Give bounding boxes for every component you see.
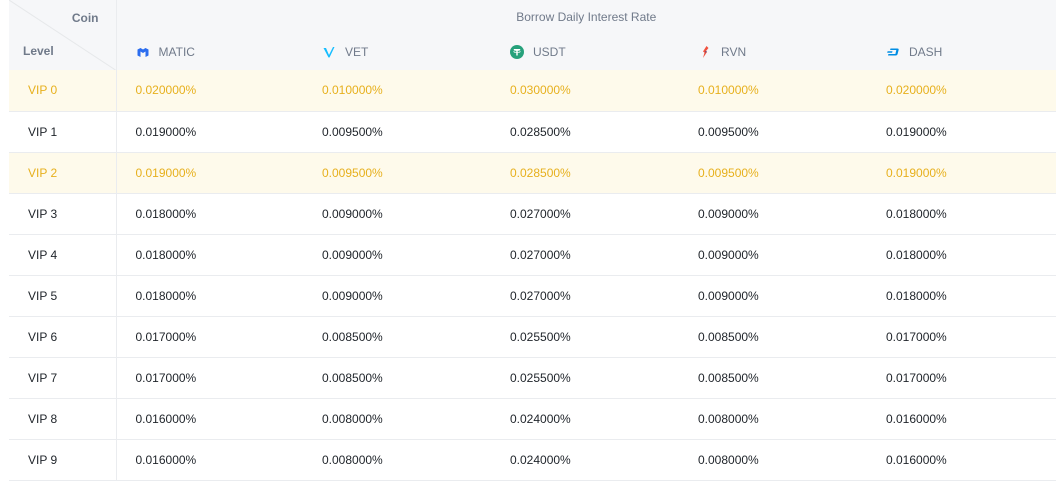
rate-cell-usdt: 0.024000% [491, 439, 679, 481]
coin-label-rvn: RVN [721, 44, 747, 59]
rate-cell-vet: 0.009000% [303, 234, 491, 276]
rate-cell-rvn: 0.008000% [679, 439, 867, 481]
rate-cell-matic: 0.016000% [116, 439, 303, 481]
usdt-icon [510, 44, 524, 59]
coin-header-vet: VET [303, 33, 491, 70]
rate-cell-rvn: 0.008500% [679, 357, 867, 399]
vet-icon [322, 45, 336, 59]
table-row: VIP 1 0.019000% 0.009500% 0.028500% 0.00… [9, 111, 1057, 153]
rate-cell-dash: 0.019000% [867, 111, 1057, 153]
rate-cell-rvn: 0.009500% [679, 152, 867, 194]
borrow-interest-rate-table: Coin Level Borrow Daily Interest Rate MA… [9, 0, 1057, 481]
coin-label-matic: MATIC [158, 44, 195, 59]
matic-icon [136, 45, 150, 59]
level-cell: VIP 0 [9, 70, 117, 112]
table-row: VIP 2 0.019000% 0.009500% 0.028500% 0.00… [9, 152, 1057, 194]
rate-cell-matic: 0.018000% [116, 275, 303, 317]
corner-coin-label: Coin [71, 11, 99, 25]
level-cell: VIP 2 [9, 152, 117, 194]
coin-label-usdt: USDT [533, 44, 566, 59]
rate-cell-vet: 0.008000% [303, 439, 491, 481]
rate-cell-dash: 0.017000% [867, 357, 1057, 399]
dash-icon [886, 45, 900, 59]
level-cell: VIP 7 [9, 357, 117, 399]
rate-cell-matic: 0.019000% [116, 152, 303, 194]
table-body: VIP 0 0.020000% 0.010000% 0.030000% 0.01… [9, 70, 1057, 481]
rate-cell-usdt: 0.030000% [491, 70, 679, 112]
rate-cell-matic: 0.017000% [116, 357, 303, 399]
interest-rate-table-container: Coin Level Borrow Daily Interest Rate MA… [0, 0, 1057, 497]
rate-cell-dash: 0.018000% [867, 193, 1057, 235]
rate-cell-usdt: 0.025500% [491, 357, 679, 399]
corner-level-label: Level [23, 44, 54, 58]
rate-cell-rvn: 0.008000% [679, 398, 867, 440]
rate-cell-dash: 0.016000% [867, 398, 1057, 440]
table-row: VIP 5 0.018000% 0.009000% 0.027000% 0.00… [9, 275, 1057, 317]
rate-cell-usdt: 0.027000% [491, 234, 679, 276]
rate-cell-matic: 0.018000% [116, 234, 303, 276]
table-row: VIP 6 0.017000% 0.008500% 0.025500% 0.00… [9, 316, 1057, 358]
rate-cell-matic: 0.018000% [116, 193, 303, 235]
table-corner-header: Coin Level [9, 0, 117, 70]
level-cell: VIP 3 [9, 193, 117, 235]
table-row: VIP 9 0.016000% 0.008000% 0.024000% 0.00… [9, 439, 1057, 481]
coin-header-rvn: RVN [679, 33, 867, 70]
rate-cell-vet: 0.009500% [303, 152, 491, 194]
level-cell: VIP 1 [9, 111, 117, 153]
rate-cell-matic: 0.019000% [116, 111, 303, 153]
coin-label-dash: DASH [909, 44, 943, 59]
rate-cell-rvn: 0.009000% [679, 275, 867, 317]
rate-cell-dash: 0.020000% [867, 70, 1057, 112]
rate-cell-vet: 0.009500% [303, 111, 491, 153]
rate-cell-matic: 0.016000% [116, 398, 303, 440]
coin-label-vet: VET [345, 44, 369, 59]
level-cell: VIP 6 [9, 316, 117, 358]
table-row: VIP 4 0.018000% 0.009000% 0.027000% 0.00… [9, 234, 1057, 276]
rate-cell-dash: 0.017000% [867, 316, 1057, 358]
rate-cell-dash: 0.018000% [867, 275, 1057, 317]
coin-header-usdt: USDT [491, 33, 679, 70]
rate-cell-dash: 0.019000% [867, 152, 1057, 194]
level-cell: VIP 4 [9, 234, 117, 276]
rate-cell-matic: 0.017000% [116, 316, 303, 358]
group-header-title: Borrow Daily Interest Rate [116, 0, 1057, 33]
level-cell: VIP 9 [9, 439, 117, 481]
rate-cell-matic: 0.020000% [116, 70, 303, 112]
rate-cell-vet: 0.008500% [303, 316, 491, 358]
rate-cell-usdt: 0.024000% [491, 398, 679, 440]
table-row: VIP 3 0.018000% 0.009000% 0.027000% 0.00… [9, 193, 1057, 235]
coin-header-matic: MATIC [116, 33, 303, 70]
rate-cell-usdt: 0.028500% [491, 111, 679, 153]
table-row: VIP 8 0.016000% 0.008000% 0.024000% 0.00… [9, 398, 1057, 440]
level-cell: VIP 8 [9, 398, 117, 440]
coin-header-dash: DASH [867, 33, 1057, 70]
rate-cell-vet: 0.010000% [303, 70, 491, 112]
rate-cell-vet: 0.008500% [303, 357, 491, 399]
rate-cell-rvn: 0.009000% [679, 234, 867, 276]
rate-cell-vet: 0.009000% [303, 275, 491, 317]
corner-diagonal-line [9, 0, 115, 70]
rate-cell-vet: 0.008000% [303, 398, 491, 440]
level-cell: VIP 5 [9, 275, 117, 317]
rate-cell-rvn: 0.009000% [679, 193, 867, 235]
rate-cell-dash: 0.018000% [867, 234, 1057, 276]
table-row: VIP 7 0.017000% 0.008500% 0.025500% 0.00… [9, 357, 1057, 399]
rate-cell-rvn: 0.009500% [679, 111, 867, 153]
table-row: VIP 0 0.020000% 0.010000% 0.030000% 0.01… [9, 70, 1057, 112]
rate-cell-usdt: 0.027000% [491, 275, 679, 317]
rate-cell-dash: 0.016000% [867, 439, 1057, 481]
rvn-icon [698, 45, 712, 59]
rate-cell-usdt: 0.025500% [491, 316, 679, 358]
rate-cell-rvn: 0.010000% [679, 70, 867, 112]
rate-cell-vet: 0.009000% [303, 193, 491, 235]
rate-cell-rvn: 0.008500% [679, 316, 867, 358]
rate-cell-usdt: 0.027000% [491, 193, 679, 235]
rate-cell-usdt: 0.028500% [491, 152, 679, 194]
